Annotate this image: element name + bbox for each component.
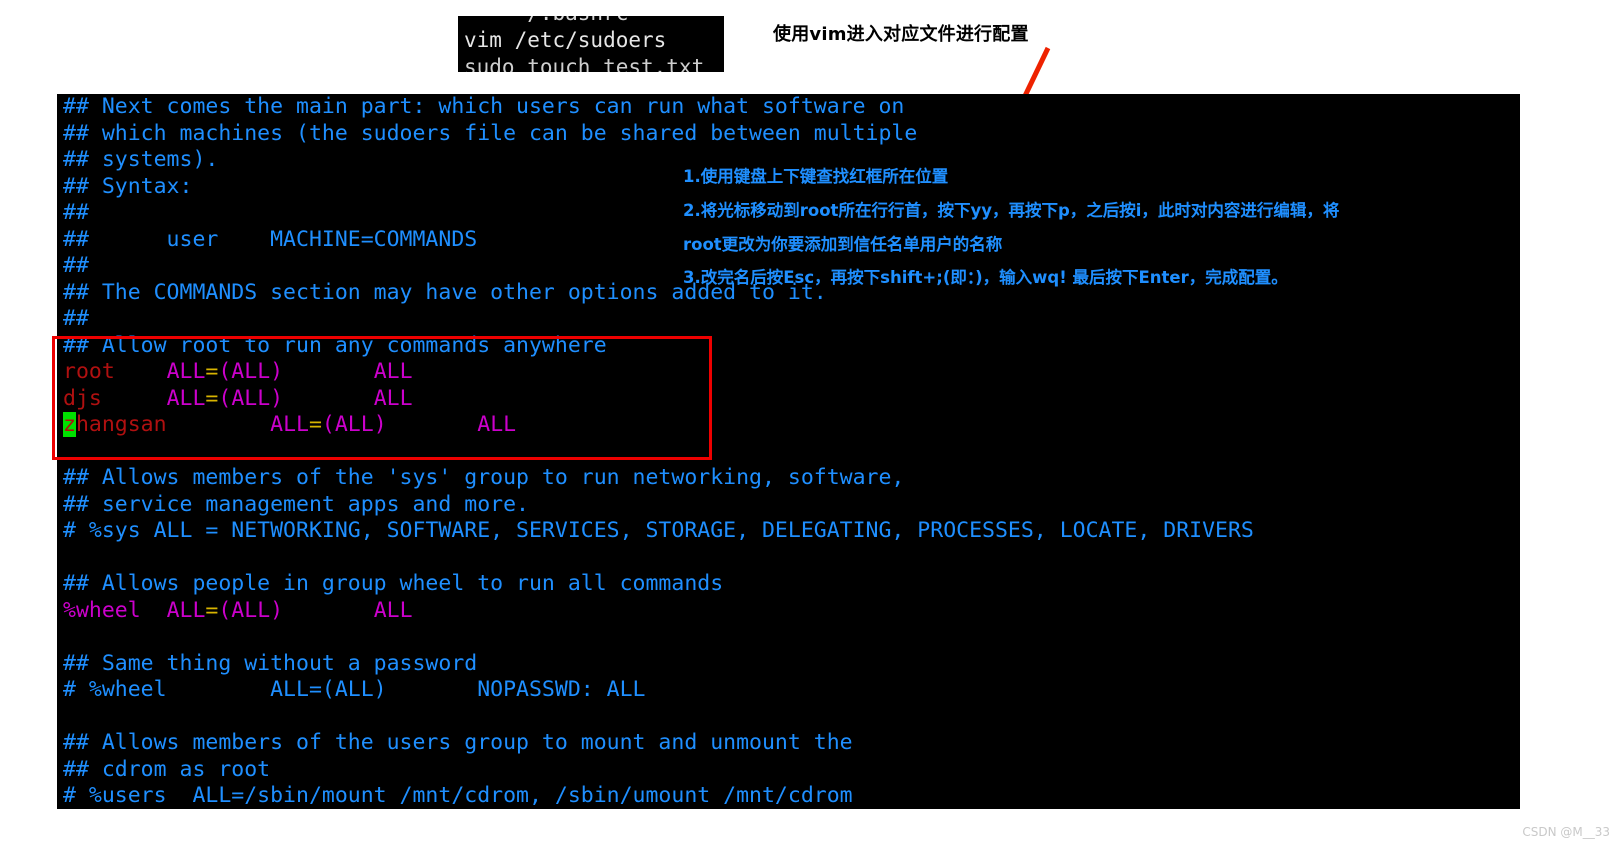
terminal-line: ## which machines (the sudoers file can …	[63, 120, 918, 146]
rule-host: ALL	[270, 412, 309, 437]
annotation-title: 使用vim进入对应文件进行配置	[773, 24, 1029, 45]
rule-commands: ALL	[373, 597, 413, 623]
terminal-line: ## cdrom as root	[63, 756, 271, 782]
annotation-step-2-continued: root更改为你要添加到信任名单用户的名称	[683, 235, 1003, 254]
terminal-rule-zhangsan: zhangsan ALL=(ALL) ALL	[57, 412, 1520, 439]
terminal-line: # %wheel ALL=(ALL) NOPASSWD: ALL	[63, 677, 646, 702]
terminal-line: # %sys ALL = NETWORKING, SOFTWARE, SERVI…	[63, 518, 1254, 543]
rule-host: ALL	[166, 597, 206, 623]
terminal-line: ## Same thing without a password	[63, 650, 478, 676]
rule-user: root	[63, 359, 115, 384]
rule-host: ALL	[166, 385, 206, 411]
rule-gap	[102, 386, 167, 411]
terminal-rule-root: root ALL=(ALL) ALL	[57, 359, 1520, 386]
rule-commands: ALL	[477, 412, 517, 437]
terminal-line: # %users ALL=/sbin/mount /mnt/cdrom, /sb…	[63, 783, 853, 808]
rule-commands: ALL	[373, 385, 413, 411]
terminal-line: ## Allows people in group wheel to run a…	[63, 571, 724, 596]
terminal-line: ## Allows members of the 'sys' group to …	[63, 465, 905, 490]
rule-user: hangsan	[75, 412, 167, 437]
rule-gap	[387, 412, 478, 437]
rule-runas: (ALL)	[218, 597, 284, 623]
terminal-line: ##	[63, 306, 89, 331]
rule-equals: =	[308, 412, 322, 437]
command-strip-ghost-bottom: sudo touch test.txt	[464, 55, 705, 72]
terminal-rule-wheel: %wheel ALL=(ALL) ALL	[57, 598, 1520, 625]
terminal-line: ## Next comes the main part: which users…	[63, 94, 905, 119]
terminal-line: ## Allows members of the users group to …	[63, 730, 853, 755]
rule-equals: =	[205, 597, 219, 623]
rule-group: %wheel	[63, 597, 141, 623]
command-strip-command: vim /etc/sudoers	[464, 28, 667, 52]
watermark: CSDN @M__33	[1522, 825, 1610, 839]
rule-runas: (ALL)	[218, 385, 284, 411]
rule-user: djs	[63, 385, 102, 411]
rule-gap	[115, 359, 167, 384]
rule-equals: =	[205, 359, 219, 384]
rule-gap	[283, 598, 374, 623]
annotation-step-3: 3.改完名后按Esc，再按下shift+;(即：)，输入wq! 最后按下Ente…	[683, 268, 1288, 287]
rule-gap	[283, 359, 374, 384]
vim-cursor: z	[63, 412, 76, 437]
rule-gap	[167, 412, 271, 437]
rule-host: ALL	[166, 359, 206, 384]
terminal-line: ## Allow root to run any commands anywhe…	[63, 332, 607, 358]
terminal-rule-djs: djs ALL=(ALL) ALL	[57, 386, 1520, 413]
rule-gap	[283, 386, 374, 411]
rule-commands: ALL	[373, 359, 413, 384]
command-strip-ghost-top: ~/.bashrc	[458, 16, 724, 27]
rule-runas: (ALL)	[321, 412, 387, 437]
rule-equals: =	[205, 385, 219, 411]
annotation-step-1: 1.使用键盘上下键查找红框所在位置	[683, 167, 949, 186]
command-strip: ~/.bashrc vim /etc/sudoers sudo touch te…	[458, 16, 724, 72]
rule-gap	[141, 598, 167, 623]
terminal-line: ## service management apps and more.	[63, 491, 529, 517]
annotation-step-2: 2.将光标移动到root所在行行首，按下yy，再按下p，之后按i，此时对内容进行…	[683, 201, 1340, 220]
rule-runas: (ALL)	[218, 359, 284, 384]
